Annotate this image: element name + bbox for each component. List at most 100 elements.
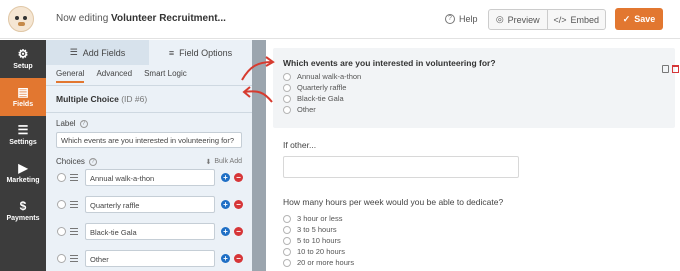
embed-button[interactable]: </> Embed bbox=[546, 10, 606, 29]
default-radio[interactable] bbox=[57, 173, 66, 182]
choice-input[interactable]: Quarterly raffle bbox=[85, 196, 215, 213]
preview-button[interactable]: ◎ Preview bbox=[489, 10, 547, 29]
remove-choice-icon[interactable]: − bbox=[234, 200, 243, 209]
eye-icon: ◎ bbox=[495, 14, 504, 24]
option[interactable]: Annual walk-a-thon bbox=[283, 71, 361, 82]
tab-add-fields[interactable]: ☰ Add Fields bbox=[46, 40, 149, 65]
option[interactable]: 3 to 5 hours bbox=[283, 224, 354, 235]
add-choice-icon[interactable]: + bbox=[221, 200, 230, 209]
choice-input[interactable]: Other bbox=[85, 250, 215, 267]
option[interactable]: Black-tie Gala bbox=[283, 93, 361, 104]
nav-item-settings[interactable]: ☰ Settings bbox=[0, 116, 46, 154]
option[interactable]: Other bbox=[283, 104, 361, 115]
default-radio[interactable] bbox=[57, 254, 66, 263]
radio-icon bbox=[283, 225, 291, 234]
add-choice-icon[interactable]: + bbox=[221, 254, 230, 263]
drag-handle-icon[interactable] bbox=[70, 201, 78, 208]
choice-row: Black-tie Gala + − bbox=[56, 220, 252, 247]
nav-label: Setup bbox=[13, 63, 33, 70]
option-label: Annual walk-a-thon bbox=[297, 72, 362, 81]
help-label: Help bbox=[459, 14, 478, 24]
choice-input[interactable]: Black-tie Gala bbox=[85, 223, 215, 240]
option-label: 3 hour or less bbox=[297, 214, 343, 223]
label-title: Label bbox=[56, 119, 76, 128]
radio-icon bbox=[283, 83, 291, 92]
options-list: Annual walk-a-thon Quarterly raffle Blac… bbox=[283, 71, 361, 115]
option[interactable]: Quarterly raffle bbox=[283, 82, 361, 93]
subtab-smart-logic[interactable]: Smart Logic bbox=[144, 69, 187, 81]
choices-header: Choices ? ⬇ Bulk Add bbox=[56, 157, 242, 166]
radio-icon bbox=[283, 247, 291, 256]
help-button[interactable]: ? Help bbox=[445, 14, 478, 24]
option-label: Other bbox=[297, 105, 316, 114]
drag-handle-icon[interactable] bbox=[70, 255, 78, 262]
tab-field-options[interactable]: ≡ Field Options bbox=[149, 40, 252, 65]
subtab-advanced[interactable]: Advanced bbox=[96, 69, 132, 81]
option-label: 5 to 10 hours bbox=[297, 236, 341, 245]
preview-label: Preview bbox=[507, 14, 540, 25]
option-label: 20 or more hours bbox=[297, 258, 355, 267]
duplicate-icon[interactable] bbox=[662, 65, 669, 73]
other-text-input[interactable] bbox=[283, 156, 519, 178]
nav-item-setup[interactable]: ⚙ Setup bbox=[0, 40, 46, 78]
choice-input[interactable]: Annual walk-a-thon bbox=[85, 169, 215, 186]
drag-handle-icon[interactable] bbox=[70, 174, 78, 181]
radio-icon bbox=[283, 94, 291, 103]
nav-item-marketing[interactable]: ▶ Marketing bbox=[0, 154, 46, 192]
option-label: 3 to 5 hours bbox=[297, 225, 337, 234]
nav-label: Payments bbox=[6, 215, 40, 222]
choice-row: Other + − bbox=[56, 247, 252, 271]
option-label: 10 to 20 hours bbox=[297, 247, 345, 256]
radio-icon bbox=[283, 214, 291, 223]
fields-icon: ▤ bbox=[17, 85, 29, 99]
bulk-add-label: Bulk Add bbox=[214, 158, 242, 165]
selected-field[interactable]: Which events are you interested in volun… bbox=[273, 48, 679, 128]
drag-handle-icon[interactable] bbox=[70, 228, 78, 235]
remove-choice-icon[interactable]: − bbox=[234, 254, 243, 263]
form-name: Volunteer Recruitment... bbox=[111, 13, 226, 24]
options-list: 3 hour or less 3 to 5 hours 5 to 10 hour… bbox=[283, 213, 354, 268]
bulk-add-button[interactable]: ⬇ Bulk Add bbox=[205, 158, 242, 166]
choices-list: Annual walk-a-thon + − Quarterly raffle … bbox=[46, 166, 252, 271]
save-button[interactable]: ✓ Save bbox=[615, 8, 663, 30]
question-title: How many hours per week would you be abl… bbox=[283, 197, 504, 207]
choice-row: Annual walk-a-thon + − bbox=[56, 166, 252, 193]
download-icon: ⬇ bbox=[205, 158, 212, 166]
option[interactable]: 5 to 10 hours bbox=[283, 235, 354, 246]
sliders-icon: ≡ bbox=[168, 47, 175, 58]
option-label: Quarterly raffle bbox=[297, 83, 347, 92]
remove-choice-icon[interactable]: − bbox=[234, 173, 243, 182]
remove-choice-icon[interactable]: − bbox=[234, 227, 243, 236]
nav-item-payments[interactable]: $ Payments bbox=[0, 192, 46, 230]
sliders-icon: ☰ bbox=[17, 123, 29, 137]
option[interactable]: 3 hour or less bbox=[283, 213, 354, 224]
embed-label: Embed bbox=[570, 14, 600, 25]
subtab-general[interactable]: General bbox=[56, 69, 85, 83]
trash-icon[interactable] bbox=[672, 65, 679, 73]
label-input[interactable]: Which events are you interested in volun… bbox=[56, 132, 242, 148]
radio-icon bbox=[283, 258, 291, 267]
default-radio[interactable] bbox=[57, 200, 66, 209]
option[interactable]: 20 or more hours bbox=[283, 257, 354, 268]
nav-item-fields[interactable]: ▤ Fields bbox=[0, 78, 46, 116]
annotation-arrows bbox=[241, 56, 275, 103]
tab-label: Field Options bbox=[179, 47, 233, 58]
label-heading: Label ? bbox=[56, 119, 242, 128]
help-icon[interactable]: ? bbox=[88, 157, 97, 166]
field-options-panel: ☰ Add Fields ≡ Field Options General Adv… bbox=[46, 40, 252, 271]
default-radio[interactable] bbox=[57, 227, 66, 236]
add-choice-icon[interactable]: + bbox=[221, 173, 230, 182]
help-icon[interactable]: ? bbox=[79, 119, 88, 128]
radio-icon bbox=[283, 105, 291, 114]
subtabs: General Advanced Smart Logic bbox=[46, 69, 252, 86]
choice-row: Quarterly raffle + − bbox=[56, 193, 252, 220]
radio-icon bbox=[283, 72, 291, 81]
megaphone-icon: ▶ bbox=[18, 161, 28, 175]
option-label: Black-tie Gala bbox=[297, 94, 344, 103]
top-bar: Now editing Volunteer Recruitment... ? H… bbox=[0, 0, 680, 39]
add-choice-icon[interactable]: + bbox=[221, 227, 230, 236]
builder-sidebar: ⚙ Setup ▤ Fields ☰ Settings ▶ Marketing … bbox=[0, 40, 46, 271]
choices-title: Choices bbox=[56, 157, 85, 166]
option[interactable]: 10 to 20 hours bbox=[283, 246, 354, 257]
dollar-icon: $ bbox=[19, 199, 27, 213]
